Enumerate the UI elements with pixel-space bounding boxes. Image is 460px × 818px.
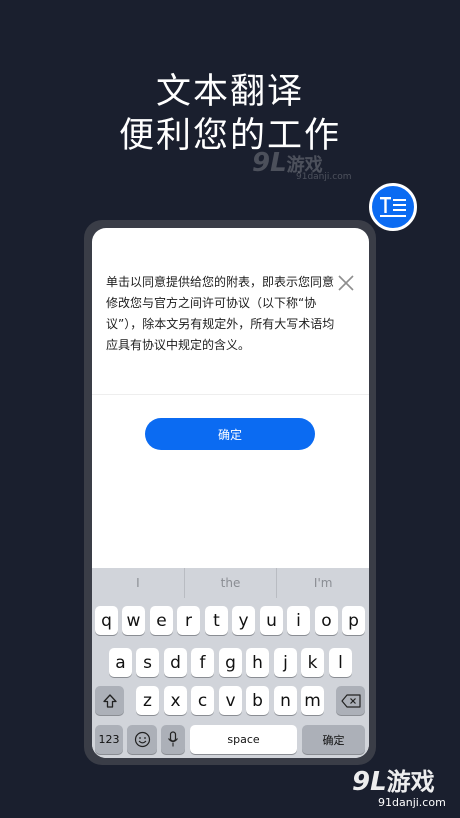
divider [92, 394, 369, 395]
key-d[interactable]: d [164, 648, 187, 677]
key-u[interactable]: u [260, 606, 283, 635]
text-translate-icon [380, 197, 406, 217]
key-m[interactable]: m [301, 686, 324, 715]
key-y[interactable]: y [232, 606, 255, 635]
close-icon [338, 275, 354, 291]
key-w[interactable]: w [122, 606, 145, 635]
key-f[interactable]: f [191, 648, 214, 677]
watermark-top-url: 91danji.com [296, 172, 352, 182]
key-r[interactable]: r [177, 606, 200, 635]
key-a[interactable]: a [109, 648, 132, 677]
return-key[interactable]: 确定 [302, 725, 365, 754]
key-z[interactable]: z [136, 686, 159, 715]
suggestion-3[interactable]: I'm [276, 568, 369, 598]
key-c[interactable]: c [191, 686, 214, 715]
key-k[interactable]: k [301, 648, 324, 677]
confirm-button[interactable]: 确定 [145, 418, 315, 450]
watermark-bottom-url: 91danji.com [378, 796, 446, 809]
key-l[interactable]: l [329, 648, 352, 677]
key-x[interactable]: x [164, 686, 187, 715]
headline-line-1: 文本翻译 [155, 72, 304, 112]
suggestion-1[interactable]: I [92, 568, 184, 598]
keyboard: I the I'm q w e r t y u i o p a s d f g … [92, 568, 369, 758]
key-n[interactable]: n [274, 686, 297, 715]
key-q[interactable]: q [95, 606, 118, 635]
key-j[interactable]: j [274, 648, 297, 677]
watermark-bottom: 9L游戏 91danji.com [352, 762, 452, 812]
key-g[interactable]: g [219, 648, 242, 677]
space-key[interactable]: space [190, 725, 297, 754]
microphone-key[interactable] [161, 725, 185, 754]
backspace-key[interactable] [336, 686, 365, 715]
close-button[interactable] [335, 272, 357, 294]
key-e[interactable]: e [150, 606, 173, 635]
headline-line-2: 便利您的工作 [118, 116, 341, 156]
shift-icon [102, 693, 117, 708]
watermark-bottom-mark: 9L [352, 767, 387, 797]
shift-key[interactable] [95, 686, 124, 715]
microphone-icon [168, 731, 178, 747]
key-t[interactable]: t [205, 606, 228, 635]
key-h[interactable]: h [246, 648, 269, 677]
agreement-message: 单击以同意提供给您的附表，即表示您同意修改您与官方之间许可协议（以下称“协议”）… [106, 275, 335, 352]
phone-screen: 单击以同意提供给您的附表，即表示您同意修改您与官方之间许可协议（以下称“协议”）… [92, 228, 369, 758]
headline: 文本翻译 便利您的工作 [0, 70, 460, 158]
key-i[interactable]: i [287, 606, 310, 635]
backspace-icon [340, 693, 361, 708]
translate-app-icon [369, 183, 417, 231]
emoji-key[interactable] [127, 725, 157, 754]
key-b[interactable]: b [246, 686, 269, 715]
suggestion-2[interactable]: the [183, 568, 277, 598]
watermark-top-mark: 9L [252, 148, 287, 178]
key-o[interactable]: o [315, 606, 338, 635]
key-p[interactable]: p [342, 606, 365, 635]
watermark-bottom-cn: 游戏 [386, 768, 435, 796]
key-v[interactable]: v [219, 686, 242, 715]
suggestion-bar: I the I'm [92, 568, 369, 598]
key-s[interactable]: s [136, 648, 159, 677]
watermark-top: 9L游戏 91danji.com [252, 148, 352, 184]
numbers-key[interactable]: 123 [95, 725, 123, 754]
emoji-icon [134, 731, 150, 748]
